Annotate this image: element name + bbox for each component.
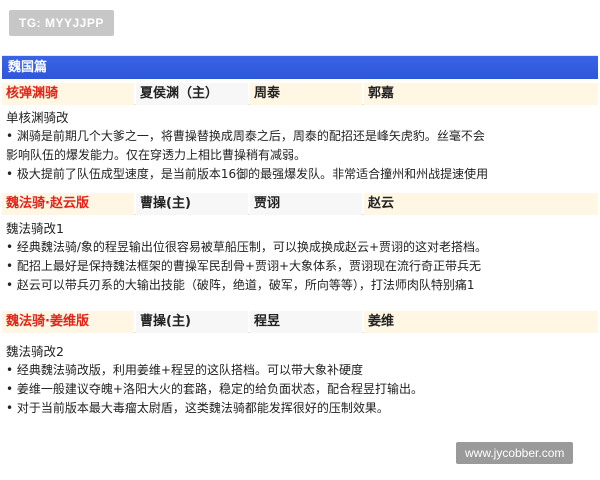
lineup-name: 魏法骑·赵云版 [2, 193, 134, 215]
site-watermark: www.jycobber.com [456, 442, 574, 464]
lineup-name: 魏法骑·姜维版 [2, 311, 134, 333]
lineup-subtitle: 魏法骑改1 [6, 221, 64, 236]
lineup-table: 魏国篇 核弹渊骑 夏侯渊（主） 周泰 郭嘉 单核渊骑改 • 渊骑是前期几个大爹之… [2, 55, 598, 429]
lineup-row: 魏法骑·姜维版 曹操(主) 程昱 姜维 [2, 311, 598, 333]
bullet-text: • 配招上最好是保持魏法框架的曹操军民刮骨+贾诩+大象体系，贾诩现在流行奇正带兵… [6, 259, 482, 273]
lineup-subtitle: 魏法骑改2 [6, 344, 64, 359]
hero-cell: 程昱 [250, 311, 362, 333]
section-header-wei: 魏国篇 [2, 56, 598, 79]
lineup-description: 魏法骑改2 • 经典魏法骑改版，利用姜维+程昱的这队搭档。可以带大象补硬度 • … [2, 342, 598, 418]
bullet-text: • 极大提前了队伍成型速度，是当前版本16御的最强爆发队。非常适合撞州和州战提速… [6, 167, 489, 181]
lineup-row: 核弹渊骑 夏侯渊（主） 周泰 郭嘉 [2, 83, 598, 105]
bullet-text: • 姜维一般建议夺魄+洛阳大火的套路，稳定的给负面状态，配合程昱打输出。 [6, 382, 423, 396]
hero-cell: 夏侯渊（主） [136, 83, 248, 105]
lineup-description: 单核渊骑改 • 渊骑是前期几个大爹之一，将曹操替换成周泰之后，周泰的配招还是峰矢… [2, 108, 598, 184]
lineup-name: 核弹渊骑 [2, 83, 134, 105]
lineup-subtitle: 单核渊骑改 [6, 110, 69, 125]
hero-cell: 贾诩 [250, 193, 362, 215]
lineup-description: 魏法骑改1 • 经典魏法骑/象的程昱输出位很容易被草船压制，可以换成换成赵云+贾… [2, 219, 598, 295]
bullet-text: • 对于当前版本最大毒瘤太尉盾，这类魏法骑都能发挥很好的压制效果。 [6, 401, 389, 415]
bullet-text: • 经典魏法骑改版，利用姜维+程昱的这队搭档。可以带大象补硬度 [6, 363, 363, 377]
bullet-text: • 赵云可以带兵刃系的大输出技能（破阵，绝道，破军，所向等等），打法师肉队特别痛… [6, 278, 475, 292]
hero-cell: 曹操(主) [136, 311, 248, 333]
hero-cell: 曹操(主) [136, 193, 248, 215]
lineup-row: 魏法骑·赵云版 曹操(主) 贾诩 赵云 [2, 193, 598, 215]
hero-cell: 赵云 [364, 193, 598, 215]
hero-cell: 郭嘉 [364, 83, 598, 105]
hero-cell: 姜维 [364, 311, 598, 333]
hero-cell: 周泰 [250, 83, 362, 105]
bullet-text: 影响队伍的爆发能力。仅在穿透力上相比曹操稍有减弱。 [6, 148, 307, 162]
telegram-tag: TG: MYYJJPP [9, 10, 114, 36]
bullet-text: • 经典魏法骑/象的程昱输出位很容易被草船压制，可以换成换成赵云+贾诩的这对老搭… [6, 240, 487, 254]
bullet-text: • 渊骑是前期几个大爹之一，将曹操替换成周泰之后，周泰的配招还是峰矢虎豹。丝毫不… [6, 129, 485, 143]
